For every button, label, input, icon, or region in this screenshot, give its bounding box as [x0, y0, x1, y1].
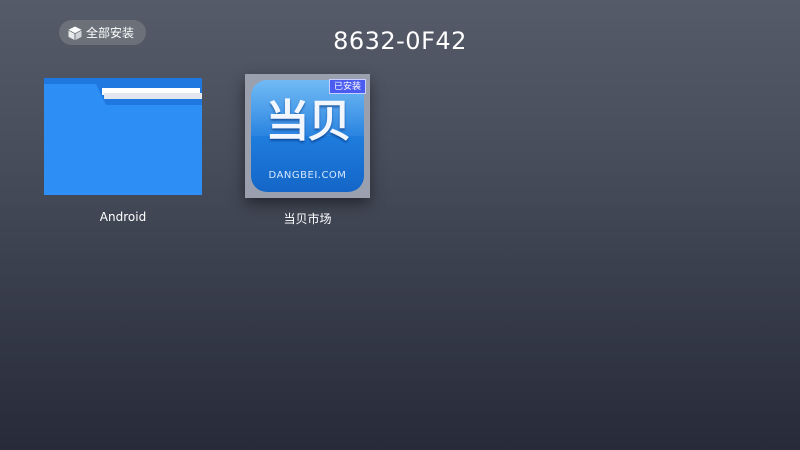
tile-dangbei-market[interactable]: 当贝 DANGBEI.COM 已安装 当贝市场	[245, 74, 370, 229]
installed-badge: 已安装	[328, 79, 366, 94]
app-icon-subtext: DANGBEI.COM	[268, 170, 347, 181]
tile-android-folder[interactable]: Android	[44, 78, 202, 228]
tile-label-android: Android	[99, 210, 147, 224]
device-title: 8632-0F42	[333, 27, 467, 55]
tile-label-dangbei: 当贝市场	[283, 212, 332, 226]
launcher-screen: { "header": { "install_all_label": "全部安装…	[0, 0, 800, 450]
app-icon-text: 当贝	[265, 96, 352, 147]
dangbei-app-icon: 当贝 DANGBEI.COM	[251, 80, 364, 192]
folder-icon	[44, 78, 202, 195]
